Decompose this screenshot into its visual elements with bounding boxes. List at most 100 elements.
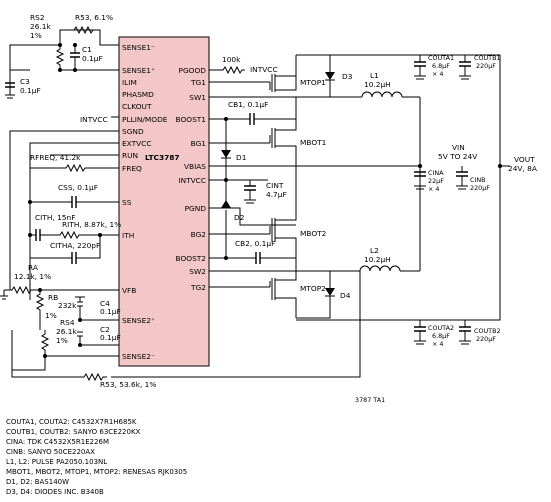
note-line: D1, D2: BAS140W [6,478,69,486]
ic-pin-right: BOOST2 [176,254,206,263]
mtop2-mosfet: MTOP2 [269,271,326,318]
cint-label: CINT [266,181,284,190]
rs2-tolerance: 1% [30,31,42,40]
l2-label: L2 [370,246,379,255]
ic-pin-right: SW1 [189,93,206,102]
mbot1-label: MBOT1 [300,138,327,147]
cb2-label: CB2, 0.1µF [235,239,275,248]
ic-pin-left: PLLIN/MODE [122,115,168,124]
power-rails: VIN 5V TO 24V VOUT 24V, 8A [296,54,537,321]
note-line: COUTA1, COUTA2: C4532X7R1H685K [6,418,137,426]
rs3-resistor [70,25,97,35]
c3-value: 0.1µF [20,86,41,95]
couta1-value: 6.8µF [432,62,450,70]
coutb1-label: COUTB1 [474,54,501,62]
rfreq-resistor [60,163,91,173]
ic-pin-left: CLKOUT [122,102,152,111]
gate-drive-network: 100k INTVCC CB1, 0.1µF CB2, 0.1µF D1 D2 … [209,55,420,288]
couta2-label: COUTA2 [428,324,454,332]
d4-label: D4 [340,291,351,300]
mtop1-mosfet: MTOP1 [269,55,326,92]
d4-schottky: D4 [296,271,351,319]
ic-pin-left: SENSE1⁺ [122,66,155,75]
rb-label: RB [48,293,58,302]
rith-label: RITH, 8.87k, 1% [62,220,121,229]
rb-resistor [35,290,45,314]
ic-pin-left: SGND [122,127,144,136]
note-line: D3, D4: DIODES INC. B340B [6,488,104,496]
note-line: MBOT1, MBOT2, MTOP1, MTOP2: RENESAS RJK0… [6,468,187,476]
ic-pin-right: PGND [185,204,207,213]
ic-pin-left: ILIM [122,78,137,87]
ic-pin-right: SW2 [189,267,206,276]
ra-resistor [8,285,35,295]
ic-pin-right: BG2 [191,230,206,239]
coutb2-label: COUTB2 [474,327,501,335]
couta2-value: 6.8µF [432,332,450,340]
ic-pin-right: BOOST1 [176,115,207,124]
d1-diode [221,150,231,158]
c1-value: 0.1µF [82,54,103,63]
l1-label: L1 [370,71,379,80]
citha-label: CITHA, 220pF [50,241,100,250]
ic-part-label: LTC3787 [145,153,180,162]
ic-pin-right: VBIAS [184,162,206,171]
css-label: CSS, 0.1µF [58,183,98,192]
ic-pin-right: PGOOD [178,66,206,75]
l1-value: 10.2µH [364,80,391,89]
vin-label: VIN [452,143,465,152]
rith-resistor [56,230,83,240]
vin-range: 5V TO 24V [438,152,477,161]
pgood-resistor [220,65,245,75]
ic-pin-left: SENSE2⁻ [122,352,155,361]
cint-value: 4.7µF [266,190,287,199]
d3-label: D3 [342,72,353,81]
d1-label: D1 [236,153,247,162]
coutb1-value: 220µF [476,62,496,70]
rs2-resistor [55,45,65,71]
pgood-resistor-value: 100k [222,55,241,64]
l2-value: 10.2µH [364,255,391,264]
ra-label: RA [28,263,38,272]
ic-pin-left: PHASMD [122,90,154,99]
couta1-count: × 4 [432,70,443,78]
rs2-value: 26.1k [30,22,51,31]
vout-label: VOUT [514,155,535,164]
r53b-label: R53, 53.6k, 1% [100,380,156,389]
cb1-label: CB1, 0.1µF [228,100,268,109]
rs4-value: 26.1k [56,327,77,336]
d2-diode [221,200,231,208]
mbot1-mosfet: MBOT1 [269,97,327,166]
ic-pin-right: BG1 [191,139,207,148]
ic-pin-right: INTVCC [178,176,206,185]
c1-label: C1 [82,45,92,54]
rs2-label: RS2 [30,13,45,22]
c4-value: 0.1µF [100,307,121,316]
cinb-value: 220µF [470,184,490,192]
l2-inductor: L2 10.2µH [296,246,420,272]
couta2-count: × 4 [432,340,443,348]
couta2-coutb2: COUTA2 6.8µF × 4 COUTB2 220µF [414,320,501,348]
ra-value: 12.1k, 1% [14,272,51,281]
circuit-schematic: LTC3787 SENSE1⁻ SENSE1⁺ ILIM PHASMD CLKOUT PL… [0,13,537,496]
ic-pin-left: ITH [122,231,134,240]
cinb-label: CINB [470,176,486,184]
ic-pin-right: TG1 [190,78,206,87]
ic-pin-right: TG2 [190,283,206,292]
intvcc-left-label: INTVCC [80,115,108,124]
rfreq-label: RFREQ, 41.2k [30,153,81,162]
rs4-tolerance: 1% [56,336,68,345]
c2-value: 0.1µF [100,333,121,342]
ic-pin-left: SS [122,198,132,207]
ic-pin-left: SENSE2⁺ [122,316,155,325]
rb-tolerance: 1% [45,311,57,320]
ic-pin-left: FREQ [122,164,142,173]
note-line: CINA: TDK C4532X5R1E226M [6,438,109,446]
note-line: COUTB1, COUTB2: SANYO 63CE220KX [6,428,141,436]
mtop2-label: MTOP2 [300,284,326,293]
pgood-intvcc-label: INTVCC [250,65,278,74]
d2-label: D2 [234,213,244,222]
ic-pin-left: SENSE1⁻ [122,43,155,52]
rs4-label: RS4 [60,318,75,327]
note-line: L1, L2: PULSE PA2050.103NL [6,458,107,466]
